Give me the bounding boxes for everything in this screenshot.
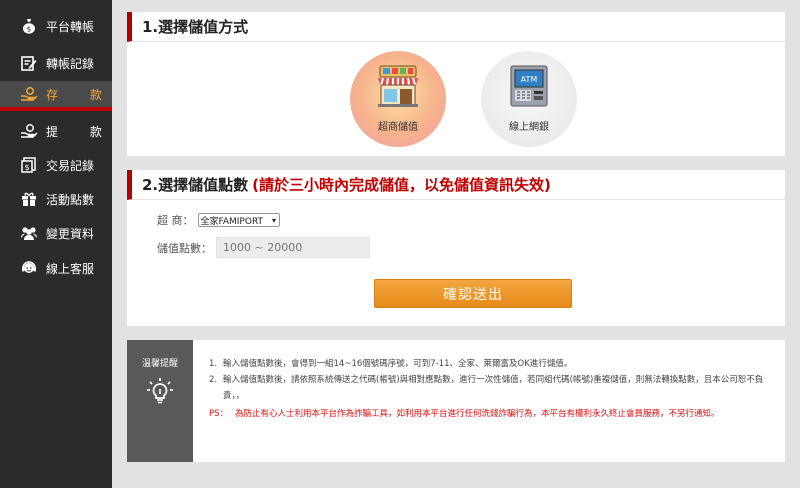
section-1-title: 1.選擇儲值方式 xyxy=(127,12,785,42)
tips-content: 1. 輸入儲值點數後，會得到一組14~16個號碼序號，可到7-11、全家、萊爾富… xyxy=(209,356,779,422)
sidebar-item-change-profile[interactable]: 變更資料 xyxy=(0,219,112,247)
tips-ps: PS： 為防止有心人士利用本平台作為詐騙工具，如利用本平台進行任何洗錢詐騙行為，… xyxy=(209,406,779,422)
atm-screen-text: ATM xyxy=(521,75,538,84)
chevron-down-icon: ▾ xyxy=(272,216,277,225)
sidebar-item-label: 交易記錄 xyxy=(46,158,95,173)
section-1-title-text: 1.選擇儲值方式 xyxy=(142,18,249,36)
sidebar-item-label: 轉帳記錄 xyxy=(46,56,95,71)
main-content: 1.選擇儲值方式 超商儲值 ATM 線上網銀 2.選擇儲值點數 (請於三小時內完… xyxy=(112,0,800,488)
convenience-store-label: 超商儲值 xyxy=(378,122,418,133)
sidebar-item-activity-points[interactable]: 活動點數 xyxy=(0,185,112,213)
online-banking-label: 線上網銀 xyxy=(509,122,549,133)
deposit-method-panel: 1.選擇儲值方式 超商儲值 ATM 線上網銀 xyxy=(127,12,785,156)
tips-ps-label: PS： xyxy=(209,409,229,419)
section-2-title-text: 2.選擇儲值點數 xyxy=(142,176,249,194)
sidebar: $ 平台轉帳 轉帳記錄 存 款 提 款 $ 交易記錄 活動點數 變更資料 線上客… xyxy=(0,0,112,488)
tips-title: 溫馨提醒 xyxy=(141,359,178,369)
store-select-row: 超 商： 全家FAMIPORT ▾ xyxy=(157,212,281,228)
store-label: 超 商： xyxy=(157,214,194,227)
tips-ps-text: 為防止有心人士利用本平台作為詐騙工具，如利用本平台進行任何洗錢詐騙行為，本平台有… xyxy=(235,409,720,419)
section-2-warning: (請於三小時內完成儲值，以免儲值資訊失效) xyxy=(252,176,551,194)
atm-icon: ATM xyxy=(506,64,552,112)
sidebar-item-deposit[interactable]: 存 款 xyxy=(0,81,112,111)
sidebar-item-label: 存 款 xyxy=(46,87,116,102)
tips-item-text: 輸入儲值點數後，會得到一組14~16個號碼序號，可到7-11、全家、萊爾富及OK… xyxy=(223,359,573,369)
sidebar-item-customer-service[interactable]: 線上客服 xyxy=(0,254,112,282)
convenience-store-deposit-button[interactable]: 超商儲值 xyxy=(350,51,446,147)
points-label: 儲值點數： xyxy=(157,241,212,255)
transaction-record-icon: $ xyxy=(20,156,38,174)
store-select[interactable]: 全家FAMIPORT ▾ xyxy=(197,213,281,227)
sidebar-item-label: 活動點數 xyxy=(46,192,95,207)
withdraw-hand-icon xyxy=(20,122,38,140)
submit-button[interactable]: 確認送出 xyxy=(374,279,572,308)
tips-panel: 溫馨提醒 1. 輸入儲值點數後，會得到一組14~16個號碼序號，可到7-11、全… xyxy=(127,340,785,462)
sidebar-item-transfer-records[interactable]: 轉帳記錄 xyxy=(0,49,112,77)
sidebar-item-transaction-records[interactable]: $ 交易記錄 xyxy=(0,151,112,179)
online-banking-deposit-button[interactable]: ATM 線上網銀 xyxy=(481,51,577,147)
users-icon xyxy=(20,224,38,242)
sidebar-item-label: 提 款 xyxy=(46,124,116,139)
sidebar-item-label: 平台轉帳 xyxy=(46,19,95,34)
edit-note-icon xyxy=(20,54,38,72)
sidebar-item-withdraw[interactable]: 提 款 xyxy=(0,117,112,145)
sidebar-item-platform-transfer[interactable]: $ 平台轉帳 xyxy=(0,12,112,40)
svg-text:$: $ xyxy=(27,26,31,34)
svg-text:$: $ xyxy=(24,163,29,172)
section-2-title: 2.選擇儲值點數 (請於三小時內完成儲值，以免儲值資訊失效) xyxy=(127,170,785,200)
sidebar-item-label: 變更資料 xyxy=(46,226,95,241)
gift-icon xyxy=(20,190,38,208)
store-select-value: 全家FAMIPORT xyxy=(200,216,264,227)
deposit-hand-icon xyxy=(20,85,38,103)
money-bag-icon: $ xyxy=(20,17,38,35)
lightbulb-icon xyxy=(144,374,176,410)
points-input[interactable] xyxy=(216,237,370,258)
tips-item: 1. 輸入儲值點數後，會得到一組14~16個號碼序號，可到7-11、全家、萊爾富… xyxy=(209,356,779,372)
tips-item-text: 輸入儲值點數後，請依照系統傳送之代碼(帳號)與相對應點數，進行一次性儲值，若同組… xyxy=(223,375,764,401)
tips-sidebar: 溫馨提醒 xyxy=(127,340,193,462)
deposit-amount-panel: 2.選擇儲值點數 (請於三小時內完成儲值，以免儲值資訊失效) 超 商： 全家FA… xyxy=(127,170,785,326)
tips-item: 2. 輸入儲值點數後，請依照系統傳送之代碼(帳號)與相對應點數，進行一次性儲值，… xyxy=(209,372,779,404)
points-input-row: 儲值點數： xyxy=(157,237,370,258)
sidebar-item-label: 線上客服 xyxy=(46,261,95,276)
convenience-store-icon xyxy=(375,64,421,112)
customer-service-icon xyxy=(20,259,38,277)
